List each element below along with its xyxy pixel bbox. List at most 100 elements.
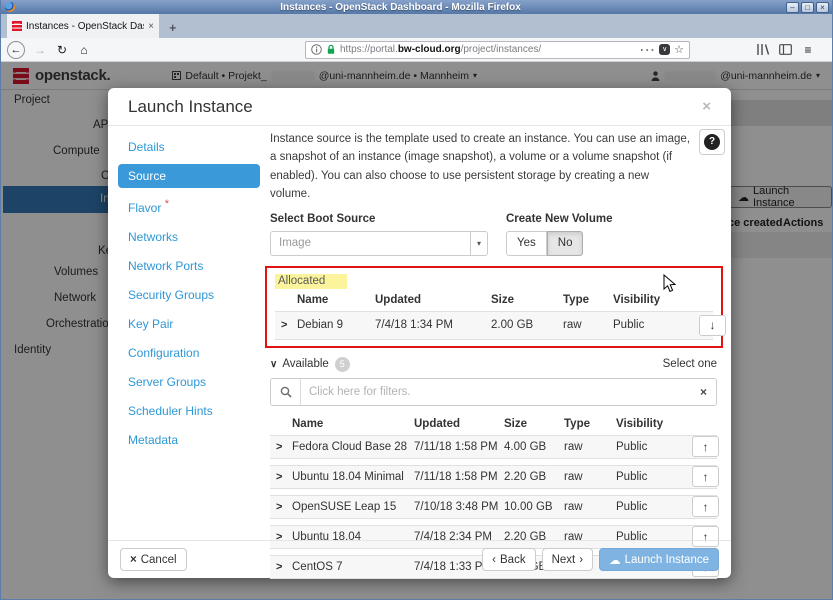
openstack-favicon [12,21,22,31]
allocate-button[interactable]: ↑ [692,436,719,457]
modal-header: Launch Instance × [108,88,731,126]
reload-icon[interactable]: ↻ [51,43,73,57]
tab-close-icon[interactable]: × [148,21,154,32]
allocate-button[interactable]: ↑ [692,496,719,517]
modal-body: Details Source Flavor * Networks Network… [108,126,731,540]
sidebar-toggle-icon[interactable] [779,44,792,55]
volume-no-button[interactable]: No [547,231,584,256]
url-path: /project/instances/ [461,44,542,55]
wizard-step-key-pair[interactable]: Key Pair [118,312,260,336]
arrow-up-icon: ↑ [703,440,709,454]
image-name: Debian 9 [297,319,375,331]
boot-source-label: Select Boot Source [270,213,488,225]
https-lock-icon [326,44,336,55]
boot-source-select[interactable]: Image ▾ [270,231,488,256]
image-type: raw [563,319,613,331]
allocated-title: Allocated [275,274,347,289]
col-type: Type [563,294,613,306]
browser-toolbar: ← → ↻ ⌂ https://portal.bw-cloud.org/proj… [1,38,832,62]
bookmark-star-icon[interactable]: ☆ [674,43,684,56]
modal-footer: × Cancel ‹ Back Next › ☁ Launch Instance [108,540,731,578]
available-row-ubuntu-minimal: > Ubuntu 18.04 Minimal 7/11/18 1:58 PM 2… [270,465,717,489]
col-visibility: Visibility [613,294,699,306]
filter-bar: × [270,378,717,406]
expand-chevron-icon[interactable]: > [270,441,292,453]
collapse-chevron-icon[interactable]: ∨ [270,359,277,370]
tab-strip: Instances - OpenStack Dash × + [1,14,832,38]
col-updated: Updated [375,294,491,306]
expand-chevron-icon[interactable]: > [275,319,297,331]
available-header: ∨ Available 5 Select one [270,357,717,372]
launch-instance-button[interactable]: ☁ Launch Instance [599,548,719,571]
wizard-step-metadata[interactable]: Metadata [118,428,260,452]
page-actions-icon[interactable]: ⋯ [639,40,655,60]
tab-title: Instances - OpenStack Dash [26,21,144,32]
arrow-up-icon: ↑ [703,470,709,484]
wizard-step-security-groups[interactable]: Security Groups [118,283,260,307]
expand-chevron-icon[interactable]: > [270,471,292,483]
col-type: Type [564,418,616,430]
image-visibility: Public [613,319,699,331]
forward-icon[interactable]: → [29,43,51,57]
allocate-button[interactable]: ↑ [692,466,719,487]
site-info-icon[interactable] [311,44,322,55]
image-updated: 7/4/18 1:34 PM [375,319,491,331]
deallocate-button[interactable]: ↓ [699,315,726,336]
menu-icon[interactable]: ≡ [801,43,815,57]
wizard-step-configuration[interactable]: Configuration [118,341,260,365]
tab-instances[interactable]: Instances - OpenStack Dash × [7,14,159,38]
pocket-icon[interactable]: ∨ [659,44,670,55]
image-size: 2.20 GB [504,471,564,483]
cloud-upload-icon: ☁ [609,553,621,567]
back-icon[interactable]: ← [7,41,25,59]
available-count-badge: 5 [335,357,350,372]
clear-filter-icon[interactable]: × [691,385,716,399]
col-updated: Updated [414,418,504,430]
wizard-step-networks[interactable]: Networks [118,225,260,249]
new-tab-button[interactable]: + [169,20,177,38]
expand-chevron-icon[interactable]: > [270,501,292,513]
angle-right-icon: › [579,554,583,566]
wizard-step-details[interactable]: Details [118,135,260,159]
cancel-button[interactable]: × Cancel [120,548,187,571]
modal-close-icon[interactable]: × [702,98,711,115]
volume-yes-button[interactable]: Yes [506,231,547,256]
source-step-content: ? Instance source is the template used t… [270,130,717,585]
available-table-header: Name Updated Size Type Visibility [270,413,717,435]
modal-title: Launch Instance [128,97,253,117]
select-one-hint: Select one [663,358,717,370]
mouse-cursor [663,274,676,293]
window-title: Instances - OpenStack Dashboard - Mozill… [15,2,786,13]
wizard-step-network-ports[interactable]: Network Ports [118,254,260,278]
url-text: https://portal.bw-cloud.org/project/inst… [340,44,635,55]
arrow-down-icon: ↓ [710,318,716,332]
wizard-step-scheduler-hints[interactable]: Scheduler Hints [118,399,260,423]
firefox-icon [5,2,15,12]
close-window-button[interactable]: × [816,2,829,13]
minimize-button[interactable]: – [786,2,799,13]
wizard-step-source[interactable]: Source [118,164,260,188]
col-size: Size [504,418,564,430]
image-size: 2.00 GB [491,319,563,331]
image-visibility: Public [616,501,692,513]
search-icon [271,379,301,405]
available-row-fedora: > Fedora Cloud Base 28 7/11/18 1:58 PM 4… [270,435,717,459]
library-icon[interactable] [756,43,770,56]
url-bar[interactable]: https://portal.bw-cloud.org/project/inst… [305,41,690,59]
url-domain: bw-cloud.org [398,44,461,55]
home-icon[interactable]: ⌂ [73,43,95,57]
image-updated: 7/11/18 1:58 PM [414,441,504,453]
wizard-step-flavor[interactable]: Flavor * [118,193,260,220]
help-icon: ? [704,134,720,150]
source-description: Instance source is the template used to … [270,130,692,204]
next-button[interactable]: Next › [542,548,594,571]
wizard-step-server-groups[interactable]: Server Groups [118,370,260,394]
back-button[interactable]: ‹ Back [482,548,535,571]
image-visibility: Public [616,441,692,453]
wizard-nav: Details Source Flavor * Networks Network… [118,135,260,457]
maximize-button[interactable]: □ [801,2,814,13]
help-button[interactable]: ? [699,129,725,155]
image-size: 10.00 GB [504,501,564,513]
filter-input[interactable] [301,386,691,398]
create-volume-toggle: Yes No [506,231,613,256]
